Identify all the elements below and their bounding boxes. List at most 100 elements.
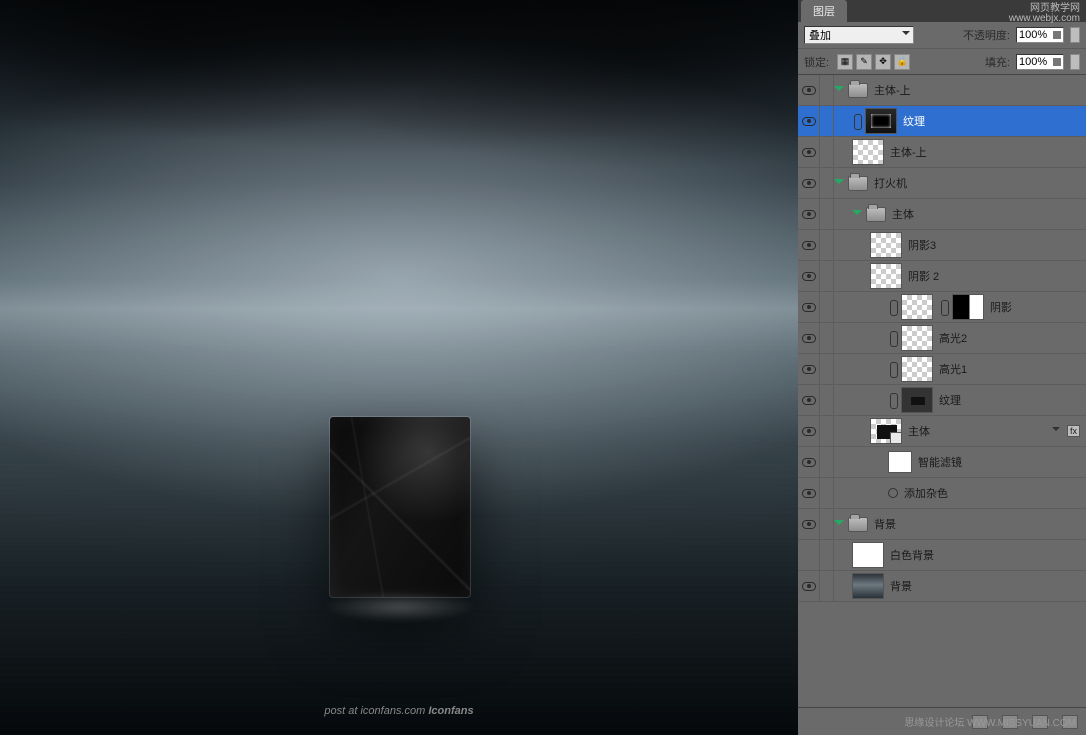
fill-stepper[interactable] — [1070, 54, 1080, 70]
layer-row-texture-sel[interactable]: 纹理 — [798, 106, 1086, 137]
layer-thumbnail[interactable] — [852, 542, 884, 568]
layer-name[interactable]: 高光2 — [939, 330, 967, 346]
visibility-toggle[interactable] — [798, 106, 820, 136]
opacity-field[interactable]: 100% — [1016, 27, 1064, 43]
layer-content: 主体 — [834, 416, 1086, 446]
layer-row-g-lighter[interactable]: 打火机 — [798, 168, 1086, 199]
layer-name[interactable]: 阴影 2 — [908, 268, 939, 284]
visibility-toggle[interactable] — [798, 230, 820, 260]
layer-thumbnail[interactable] — [870, 418, 902, 444]
layer-row-white-bg[interactable]: 白色背景 — [798, 540, 1086, 571]
visibility-toggle[interactable] — [798, 354, 820, 384]
lock-col — [820, 261, 834, 291]
layer-row-hl1[interactable]: 高光1 — [798, 354, 1086, 385]
lock-all-icon[interactable]: 🔒 — [894, 54, 910, 70]
credit-prefix: post at — [324, 705, 360, 717]
layer-name[interactable]: 主体 — [892, 206, 914, 222]
visibility-toggle[interactable] — [798, 540, 820, 570]
blend-mode-value: 叠加 — [809, 30, 831, 42]
lock-col — [820, 385, 834, 415]
layer-row-g-bg[interactable]: 背景 — [798, 509, 1086, 540]
visibility-toggle[interactable] — [798, 478, 820, 508]
visibility-toggle[interactable] — [798, 416, 820, 446]
layer-content: 智能滤镜 — [834, 447, 1086, 477]
visibility-toggle[interactable] — [798, 447, 820, 477]
layer-row-texture2[interactable]: 纹理 — [798, 385, 1086, 416]
fx-disclosure-icon[interactable] — [1052, 427, 1060, 435]
disclosure-triangle-icon[interactable] — [834, 84, 846, 96]
layer-content: 主体 — [834, 199, 1086, 229]
fx-badge-icon[interactable]: fx — [1067, 425, 1080, 437]
layer-row-shadow3[interactable]: 阴影3 — [798, 230, 1086, 261]
layer-name[interactable]: 主体-上 — [874, 82, 911, 98]
visibility-toggle[interactable] — [798, 323, 820, 353]
visibility-toggle[interactable] — [798, 571, 820, 601]
layer-name[interactable]: 阴影3 — [908, 237, 936, 253]
layer-row-shadow2[interactable]: 阴影 2 — [798, 261, 1086, 292]
folder-icon — [848, 83, 868, 98]
mask-link-icon[interactable] — [939, 300, 949, 314]
layer-name[interactable]: 纹理 — [939, 392, 961, 408]
layer-thumbnail[interactable] — [852, 573, 884, 599]
visibility-toggle[interactable] — [798, 292, 820, 322]
layer-row-g-top[interactable]: 主体-上 — [798, 75, 1086, 106]
visibility-toggle[interactable] — [798, 385, 820, 415]
layer-name[interactable]: 添加杂色 — [904, 485, 948, 501]
eye-icon — [802, 458, 816, 467]
layer-mask-thumbnail[interactable] — [952, 294, 984, 320]
layer-thumbnail[interactable] — [901, 387, 933, 413]
layer-thumbnail[interactable] — [865, 108, 897, 134]
clip-link-icon — [888, 362, 898, 376]
eye-icon — [802, 272, 816, 281]
disclosure-triangle-icon[interactable] — [852, 208, 864, 220]
layer-thumbnail[interactable] — [901, 325, 933, 351]
layer-thumbnail[interactable] — [901, 356, 933, 382]
disclosure-triangle-icon[interactable] — [834, 177, 846, 189]
lock-col — [820, 230, 834, 260]
layer-name[interactable]: 打火机 — [874, 175, 907, 191]
layer-row-zt-top[interactable]: 主体-上 — [798, 137, 1086, 168]
lock-pixels-icon[interactable]: ✎ — [856, 54, 872, 70]
layer-row-shadow[interactable]: 阴影 — [798, 292, 1086, 323]
layer-thumbnail[interactable] — [870, 263, 902, 289]
layer-name[interactable]: 主体 — [908, 423, 930, 439]
layer-row-bg[interactable]: 背景 — [798, 571, 1086, 602]
layer-name[interactable]: 智能滤镜 — [918, 454, 962, 470]
layer-row-hl2[interactable]: 高光2 — [798, 323, 1086, 354]
layer-name[interactable]: 纹理 — [903, 113, 925, 129]
layer-name[interactable]: 阴影 — [990, 299, 1012, 315]
tab-layers[interactable]: 图层 — [801, 0, 847, 22]
fill-field[interactable]: 100% — [1016, 54, 1064, 70]
layer-row-sf-head[interactable]: 智能滤镜 — [798, 447, 1086, 478]
visibility-toggle[interactable] — [798, 168, 820, 198]
opacity-stepper[interactable] — [1070, 27, 1080, 43]
layer-thumbnail[interactable] — [852, 139, 884, 165]
visibility-toggle[interactable] — [798, 199, 820, 229]
layer-row-sf-noise[interactable]: 添加杂色 — [798, 478, 1086, 509]
layer-name[interactable]: 白色背景 — [890, 547, 934, 563]
layers-panel: 网页教学网 www.webjx.com 图层 叠加 不透明度: 100% 锁定:… — [798, 0, 1086, 735]
layers-list[interactable]: 主体-上纹理主体-上打火机主体阴影3阴影 2阴影高光2高光1纹理fx主体智能滤镜… — [798, 74, 1086, 707]
lock-col — [820, 447, 834, 477]
layer-name[interactable]: 高光1 — [939, 361, 967, 377]
layer-thumbnail[interactable] — [901, 294, 933, 320]
smart-filter-mask-thumb[interactable] — [888, 451, 912, 473]
canvas-area: post at iconfans.com Iconfans — [0, 0, 798, 735]
disclosure-triangle-icon[interactable] — [834, 518, 846, 530]
blend-mode-select[interactable]: 叠加 — [804, 26, 914, 44]
layer-name[interactable]: 背景 — [890, 578, 912, 594]
layer-name[interactable]: 主体-上 — [890, 144, 927, 160]
layer-content: 背景 — [834, 571, 1086, 601]
filter-visibility-icon[interactable] — [888, 488, 898, 498]
visibility-toggle[interactable] — [798, 261, 820, 291]
layer-thumbnail[interactable] — [870, 232, 902, 258]
visibility-toggle[interactable] — [798, 509, 820, 539]
lock-transparency-icon[interactable]: ▦ — [837, 54, 853, 70]
visibility-toggle[interactable] — [798, 137, 820, 167]
eye-icon — [802, 303, 816, 312]
lock-position-icon[interactable]: ✥ — [875, 54, 891, 70]
layer-name[interactable]: 背景 — [874, 516, 896, 532]
layer-row-body[interactable]: fx 主体 — [798, 416, 1086, 447]
visibility-toggle[interactable] — [798, 75, 820, 105]
layer-row-g-body[interactable]: 主体 — [798, 199, 1086, 230]
